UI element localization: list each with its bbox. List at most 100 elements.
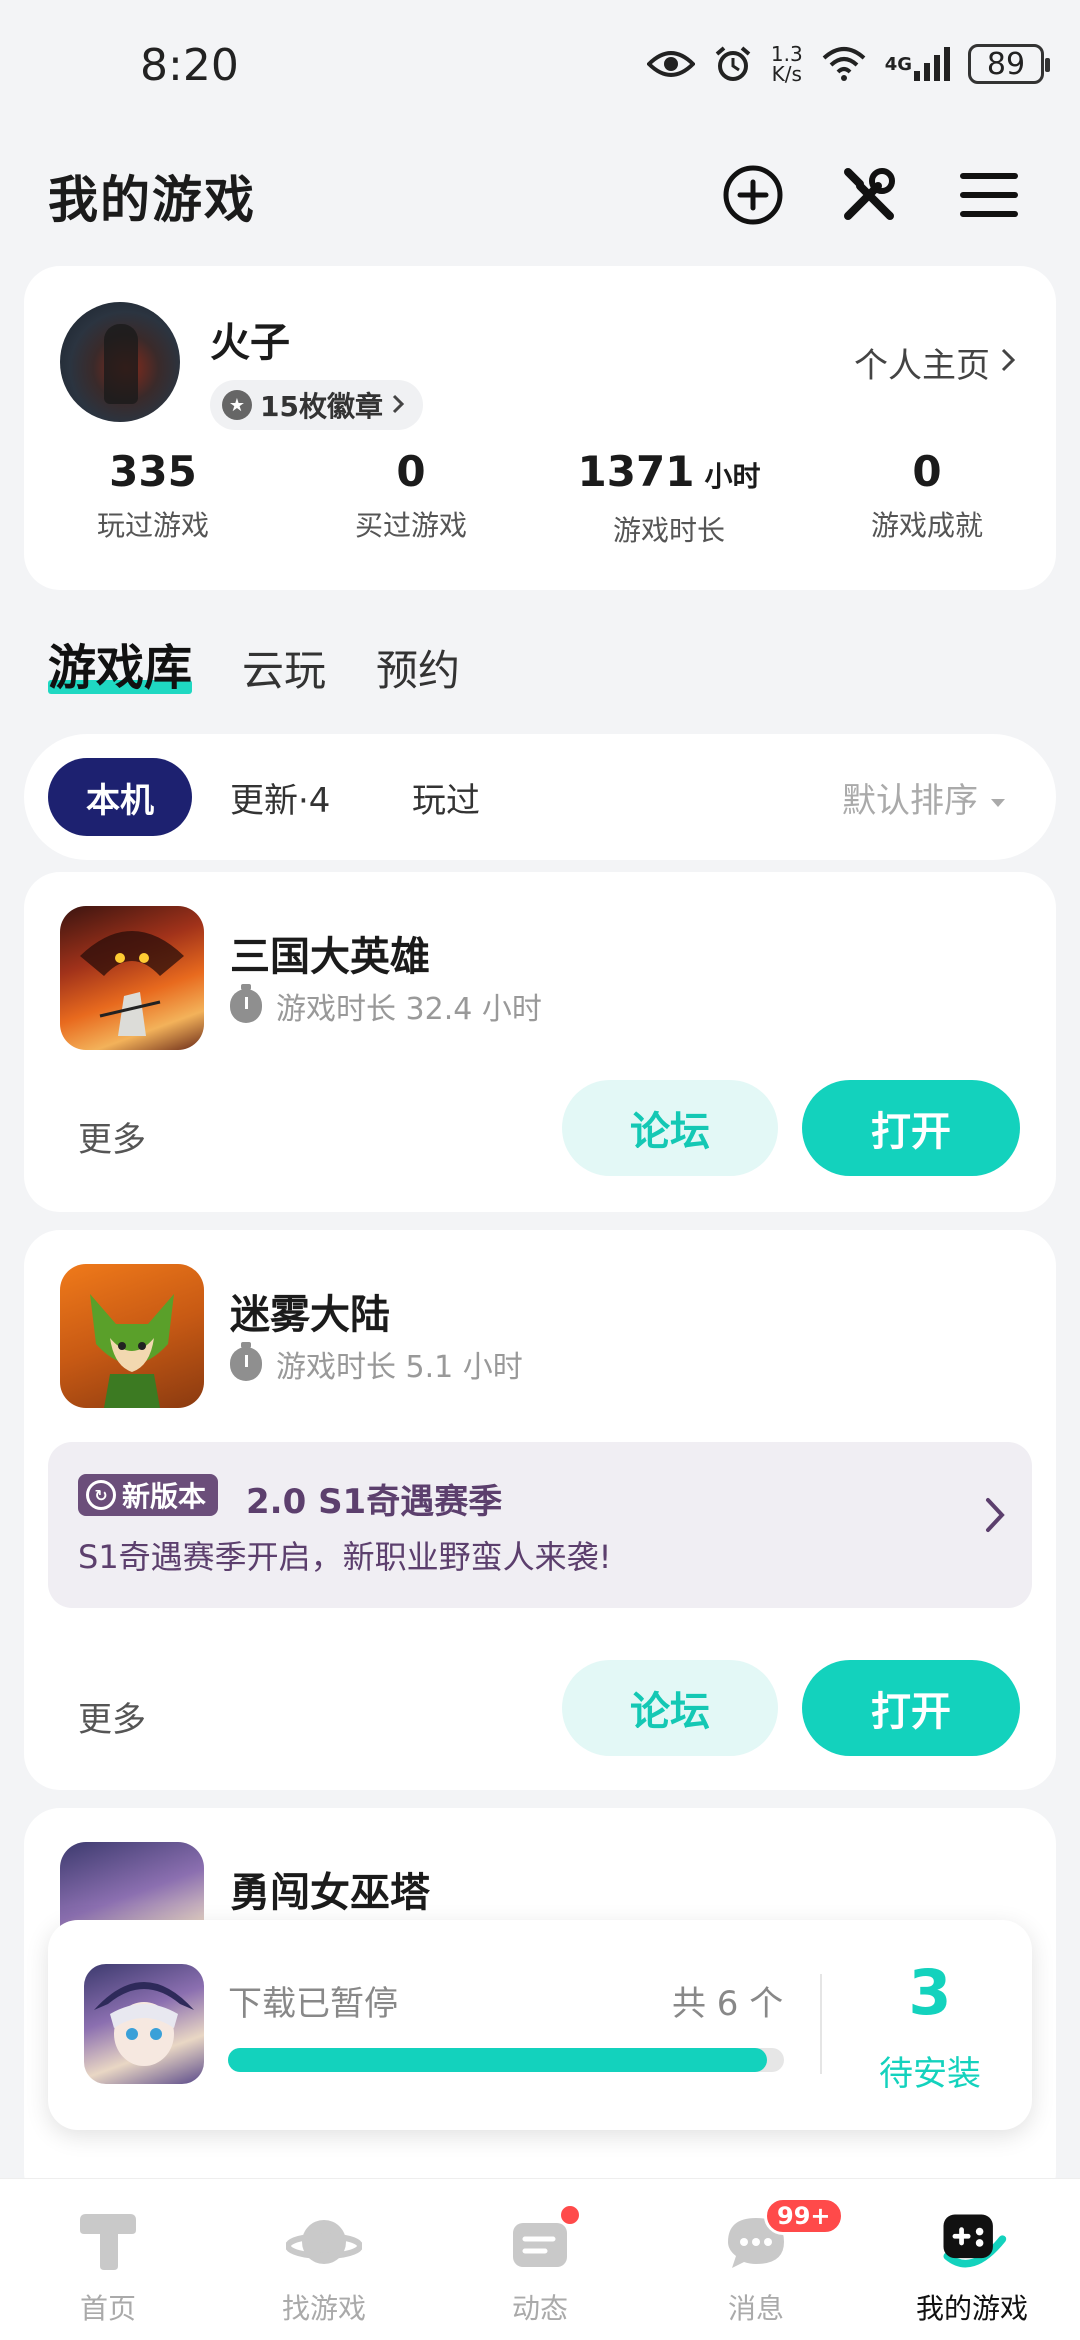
signal-icon: 4G bbox=[885, 47, 950, 81]
stat-unit: 小时 bbox=[704, 460, 761, 493]
nav-label: 首页 bbox=[79, 2292, 136, 2325]
alarm-icon bbox=[713, 44, 753, 84]
eye-icon bbox=[646, 48, 695, 80]
menu-icon[interactable] bbox=[954, 160, 1024, 230]
forum-button[interactable]: 论坛 bbox=[562, 1660, 778, 1756]
message-count-badge: 99+ bbox=[764, 2197, 844, 2235]
tools-icon[interactable] bbox=[834, 160, 904, 230]
download-status-bar[interactable]: 下载已暂停 共 6 个 3 待安装 bbox=[48, 1920, 1032, 2130]
gamepad-icon bbox=[934, 2209, 1010, 2275]
game-card: 迷雾大陆 游戏时长 5.1 小时 ↻ 新版本 2.0 S1奇遇赛季 S1奇遇赛季… bbox=[24, 1230, 1056, 1790]
page-title: 我的游戏 bbox=[48, 171, 256, 229]
stopwatch-icon bbox=[230, 1342, 262, 1381]
stat-play-time[interactable]: 1371 小时 游戏时长 bbox=[540, 444, 798, 549]
stat-value: 0 bbox=[396, 447, 426, 496]
status-time: 8:20 bbox=[140, 40, 239, 91]
notification-dot bbox=[558, 2203, 582, 2227]
game-title: 勇闯女巫塔 bbox=[230, 1870, 430, 1916]
tab-cloud-play[interactable]: 云玩 bbox=[242, 637, 326, 698]
stats-row: 335 玩过游戏 0 买过游戏 1371 小时 游戏时长 0 游戏成就 bbox=[24, 444, 1056, 549]
stat-played-games[interactable]: 335 玩过游戏 bbox=[24, 444, 282, 549]
chevron-right-icon bbox=[984, 1496, 1006, 1538]
download-progress-fill bbox=[228, 2048, 768, 2072]
badge-pill[interactable]: ★ 15枚徽章 bbox=[210, 380, 423, 430]
game-playtime: 游戏时长 32.4 小时 bbox=[230, 984, 542, 1028]
stat-label: 买过游戏 bbox=[354, 509, 467, 542]
nav-item-feed[interactable]: 动态 bbox=[432, 2179, 648, 2340]
stopwatch-icon bbox=[230, 984, 262, 1023]
wifi-icon bbox=[821, 46, 867, 82]
sort-label: 默认排序 bbox=[842, 780, 978, 821]
download-game-icon bbox=[84, 1964, 204, 2084]
filter-chip-updates[interactable]: 更新·4 bbox=[230, 758, 330, 836]
chevron-right-icon bbox=[391, 389, 405, 422]
stat-value: 335 bbox=[109, 447, 197, 496]
stat-bought-games[interactable]: 0 买过游戏 bbox=[282, 444, 540, 549]
download-status: 下载已暂停 bbox=[228, 1984, 398, 2024]
refresh-icon: ↻ bbox=[86, 1480, 116, 1510]
stat-label: 游戏时长 bbox=[612, 514, 725, 547]
pending-install-label[interactable]: 待安装 bbox=[828, 2046, 1032, 2095]
badge-count: 15枚徽章 bbox=[260, 390, 383, 423]
app-header: 我的游戏 bbox=[0, 150, 1080, 240]
game-title: 三国大英雄 bbox=[230, 934, 430, 980]
tab-reservation[interactable]: 预约 bbox=[376, 637, 460, 698]
net-speed: 1.3 K/s bbox=[770, 42, 803, 86]
nav-item-messages[interactable]: 99+ 消息 bbox=[648, 2179, 864, 2340]
download-count: 共 6 个 bbox=[672, 1984, 784, 2024]
filter-chip-played[interactable]: 玩过 bbox=[412, 758, 480, 836]
nav-label: 我的游戏 bbox=[915, 2292, 1028, 2325]
playtime-text: 游戏时长 5.1 小时 bbox=[276, 1350, 523, 1385]
divider bbox=[820, 1974, 822, 2074]
game-playtime: 游戏时长 5.1 小时 bbox=[230, 1342, 523, 1386]
nav-item-my-games[interactable]: 我的游戏 bbox=[864, 2179, 1080, 2340]
avatar[interactable] bbox=[60, 302, 180, 422]
personal-home-label: 个人主页 bbox=[854, 346, 990, 386]
status-icons: 1.3 K/s 4G 89 bbox=[646, 42, 1050, 86]
more-link[interactable]: 更多 bbox=[78, 1692, 146, 1741]
stat-value: 1371 bbox=[577, 447, 695, 496]
sort-dropdown[interactable]: 默认排序 bbox=[842, 758, 1006, 836]
caret-down-icon bbox=[990, 777, 1006, 817]
game-icon[interactable] bbox=[60, 1264, 204, 1408]
pending-install-count[interactable]: 3 bbox=[828, 1956, 1032, 2029]
personal-home-link[interactable]: 个人主页 bbox=[854, 338, 1016, 387]
filter-bar: 本机 更新·4 玩过 默认排序 bbox=[24, 734, 1056, 860]
stat-value: 0 bbox=[912, 447, 942, 496]
planet-icon bbox=[286, 2209, 362, 2275]
new-version-tag: ↻ 新版本 bbox=[78, 1474, 219, 1516]
bottom-nav: 首页 找游戏 动态 99+ 消息 我的游戏 bbox=[0, 2178, 1080, 2340]
more-link[interactable]: 更多 bbox=[78, 1112, 146, 1161]
playtime-text: 游戏时长 32.4 小时 bbox=[276, 992, 542, 1027]
status-bar: 8:20 1.3 K/s 4G 89 bbox=[0, 0, 1080, 130]
news-description: S1奇遇赛季开启，新职业野蛮人来袭! bbox=[78, 1538, 612, 1576]
stat-achievements[interactable]: 0 游戏成就 bbox=[798, 444, 1056, 549]
stat-label: 玩过游戏 bbox=[96, 509, 209, 542]
forum-button[interactable]: 论坛 bbox=[562, 1080, 778, 1176]
chevron-right-icon bbox=[1000, 343, 1016, 383]
nav-label: 动态 bbox=[511, 2292, 568, 2325]
game-icon[interactable] bbox=[60, 906, 204, 1050]
nav-item-find-games[interactable]: 找游戏 bbox=[216, 2179, 432, 2340]
home-icon bbox=[70, 2209, 146, 2275]
library-tabs: 游戏库 云玩 预约 bbox=[48, 628, 460, 698]
tab-game-library[interactable]: 游戏库 bbox=[48, 628, 193, 698]
nav-label: 找游戏 bbox=[281, 2292, 366, 2325]
medal-icon: ★ bbox=[222, 390, 252, 420]
nav-label: 消息 bbox=[727, 2292, 784, 2325]
new-version-label: 新版本 bbox=[122, 1480, 207, 1513]
add-circle-icon[interactable] bbox=[718, 160, 788, 230]
filter-chip-local[interactable]: 本机 bbox=[48, 758, 192, 836]
open-button[interactable]: 打开 bbox=[802, 1080, 1020, 1176]
game-title: 迷雾大陆 bbox=[230, 1292, 390, 1338]
version-news-banner[interactable]: ↻ 新版本 2.0 S1奇遇赛季 S1奇遇赛季开启，新职业野蛮人来袭! bbox=[48, 1442, 1032, 1608]
profile-card: 火子 ★ 15枚徽章 个人主页 335 玩过游戏 0 买过游戏 1371 小时 游… bbox=[24, 266, 1056, 590]
stat-label: 游戏成就 bbox=[870, 509, 983, 542]
user-name: 火子 bbox=[210, 320, 290, 366]
open-button[interactable]: 打开 bbox=[802, 1660, 1020, 1756]
game-card: 三国大英雄 游戏时长 32.4 小时 更多 论坛 打开 bbox=[24, 872, 1056, 1212]
battery-indicator: 89 bbox=[968, 44, 1050, 84]
nav-item-home[interactable]: 首页 bbox=[0, 2179, 216, 2340]
download-progress-track bbox=[228, 2048, 784, 2072]
news-title: 2.0 S1奇遇赛季 bbox=[246, 1482, 503, 1522]
